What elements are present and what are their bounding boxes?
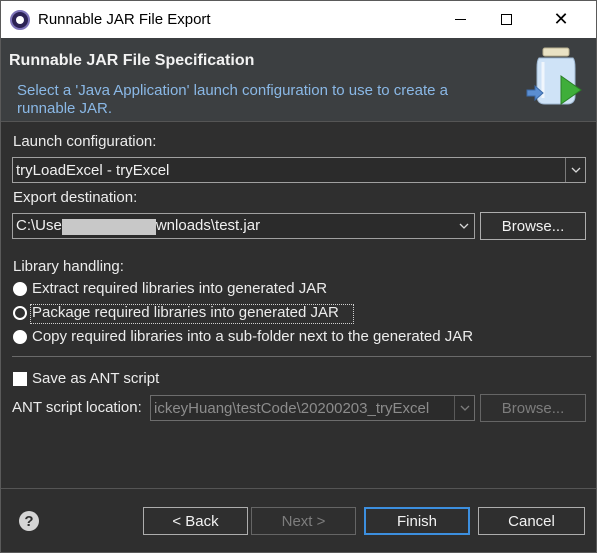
banner-description: Select a 'Java Application' launch confi… bbox=[17, 82, 449, 117]
ant-script-location-value: ickeyHuang\testCode\20200203_tryExcel bbox=[154, 399, 430, 417]
radio-package-libraries[interactable] bbox=[13, 306, 27, 320]
copy-libraries-label[interactable]: Copy required libraries into a sub-folde… bbox=[32, 328, 473, 345]
header-banner: Runnable JAR File Specification Select a… bbox=[1, 38, 596, 122]
extract-libraries-label[interactable]: Extract required libraries into generate… bbox=[32, 280, 327, 297]
export-destination-value: C:\Use wnloads\test.jar bbox=[13, 217, 454, 235]
export-browse-label: Browse... bbox=[501, 217, 565, 235]
chevron-down-icon[interactable] bbox=[565, 158, 585, 182]
launch-configuration-value: tryLoadExcel - tryExcel bbox=[16, 161, 170, 179]
next-button[interactable]: Next > bbox=[251, 507, 356, 535]
redacted-region bbox=[61, 218, 156, 235]
jar-export-icon bbox=[526, 47, 582, 105]
minimize-button[interactable] bbox=[437, 1, 483, 38]
maximize-button[interactable] bbox=[483, 1, 529, 38]
minimize-icon bbox=[454, 19, 466, 20]
window-title: Runnable JAR File Export bbox=[38, 11, 211, 28]
package-libraries-label[interactable]: Package required libraries into generate… bbox=[32, 304, 339, 321]
cancel-button-label: Cancel bbox=[508, 512, 555, 530]
save-ant-script-label[interactable]: Save as ANT script bbox=[32, 370, 159, 387]
library-handling-label: Library handling: bbox=[13, 258, 124, 275]
launch-configuration-select[interactable]: tryLoadExcel - tryExcel bbox=[12, 157, 586, 183]
export-destination-label: Export destination: bbox=[13, 189, 138, 206]
maximize-icon bbox=[500, 14, 512, 25]
back-button[interactable]: < Back bbox=[143, 507, 248, 535]
chevron-down-icon[interactable] bbox=[454, 214, 474, 238]
next-button-label: Next > bbox=[281, 512, 326, 530]
back-button-label: < Back bbox=[172, 512, 219, 530]
close-icon: ✕ bbox=[553, 8, 569, 30]
export-destination-value-end: wnloads\test.jar bbox=[155, 217, 261, 235]
separator bbox=[12, 356, 591, 357]
save-ant-script-checkbox[interactable] bbox=[13, 372, 27, 386]
close-button[interactable]: ✕ bbox=[538, 1, 584, 38]
radio-extract-libraries[interactable] bbox=[13, 282, 27, 296]
chevron-down-icon[interactable] bbox=[454, 396, 474, 420]
export-destination-input[interactable]: C:\Use wnloads\test.jar bbox=[12, 213, 475, 239]
export-dialog: Runnable JAR File Export ✕ Runnable JAR … bbox=[0, 0, 597, 553]
export-destination-value-start: C:\Use bbox=[16, 217, 62, 235]
finish-button-label: Finish bbox=[396, 512, 437, 530]
radio-copy-libraries[interactable] bbox=[13, 330, 27, 344]
launch-configuration-label: Launch configuration: bbox=[13, 133, 157, 150]
finish-button[interactable]: Finish bbox=[364, 507, 470, 535]
title-bar: Runnable JAR File Export ✕ bbox=[1, 1, 596, 38]
export-browse-button[interactable]: Browse... bbox=[480, 212, 586, 240]
ant-script-location-label: ANT script location: bbox=[12, 399, 142, 416]
eclipse-icon bbox=[10, 9, 30, 30]
banner-title: Runnable JAR File Specification bbox=[9, 52, 255, 69]
ant-script-location-input[interactable]: ickeyHuang\testCode\20200203_tryExcel bbox=[150, 395, 475, 421]
ant-browse-button[interactable]: Browse... bbox=[480, 394, 586, 422]
help-icon[interactable]: ? bbox=[19, 511, 39, 531]
footer-separator bbox=[1, 488, 596, 489]
ant-browse-label: Browse... bbox=[501, 399, 565, 417]
cancel-button[interactable]: Cancel bbox=[478, 507, 585, 535]
